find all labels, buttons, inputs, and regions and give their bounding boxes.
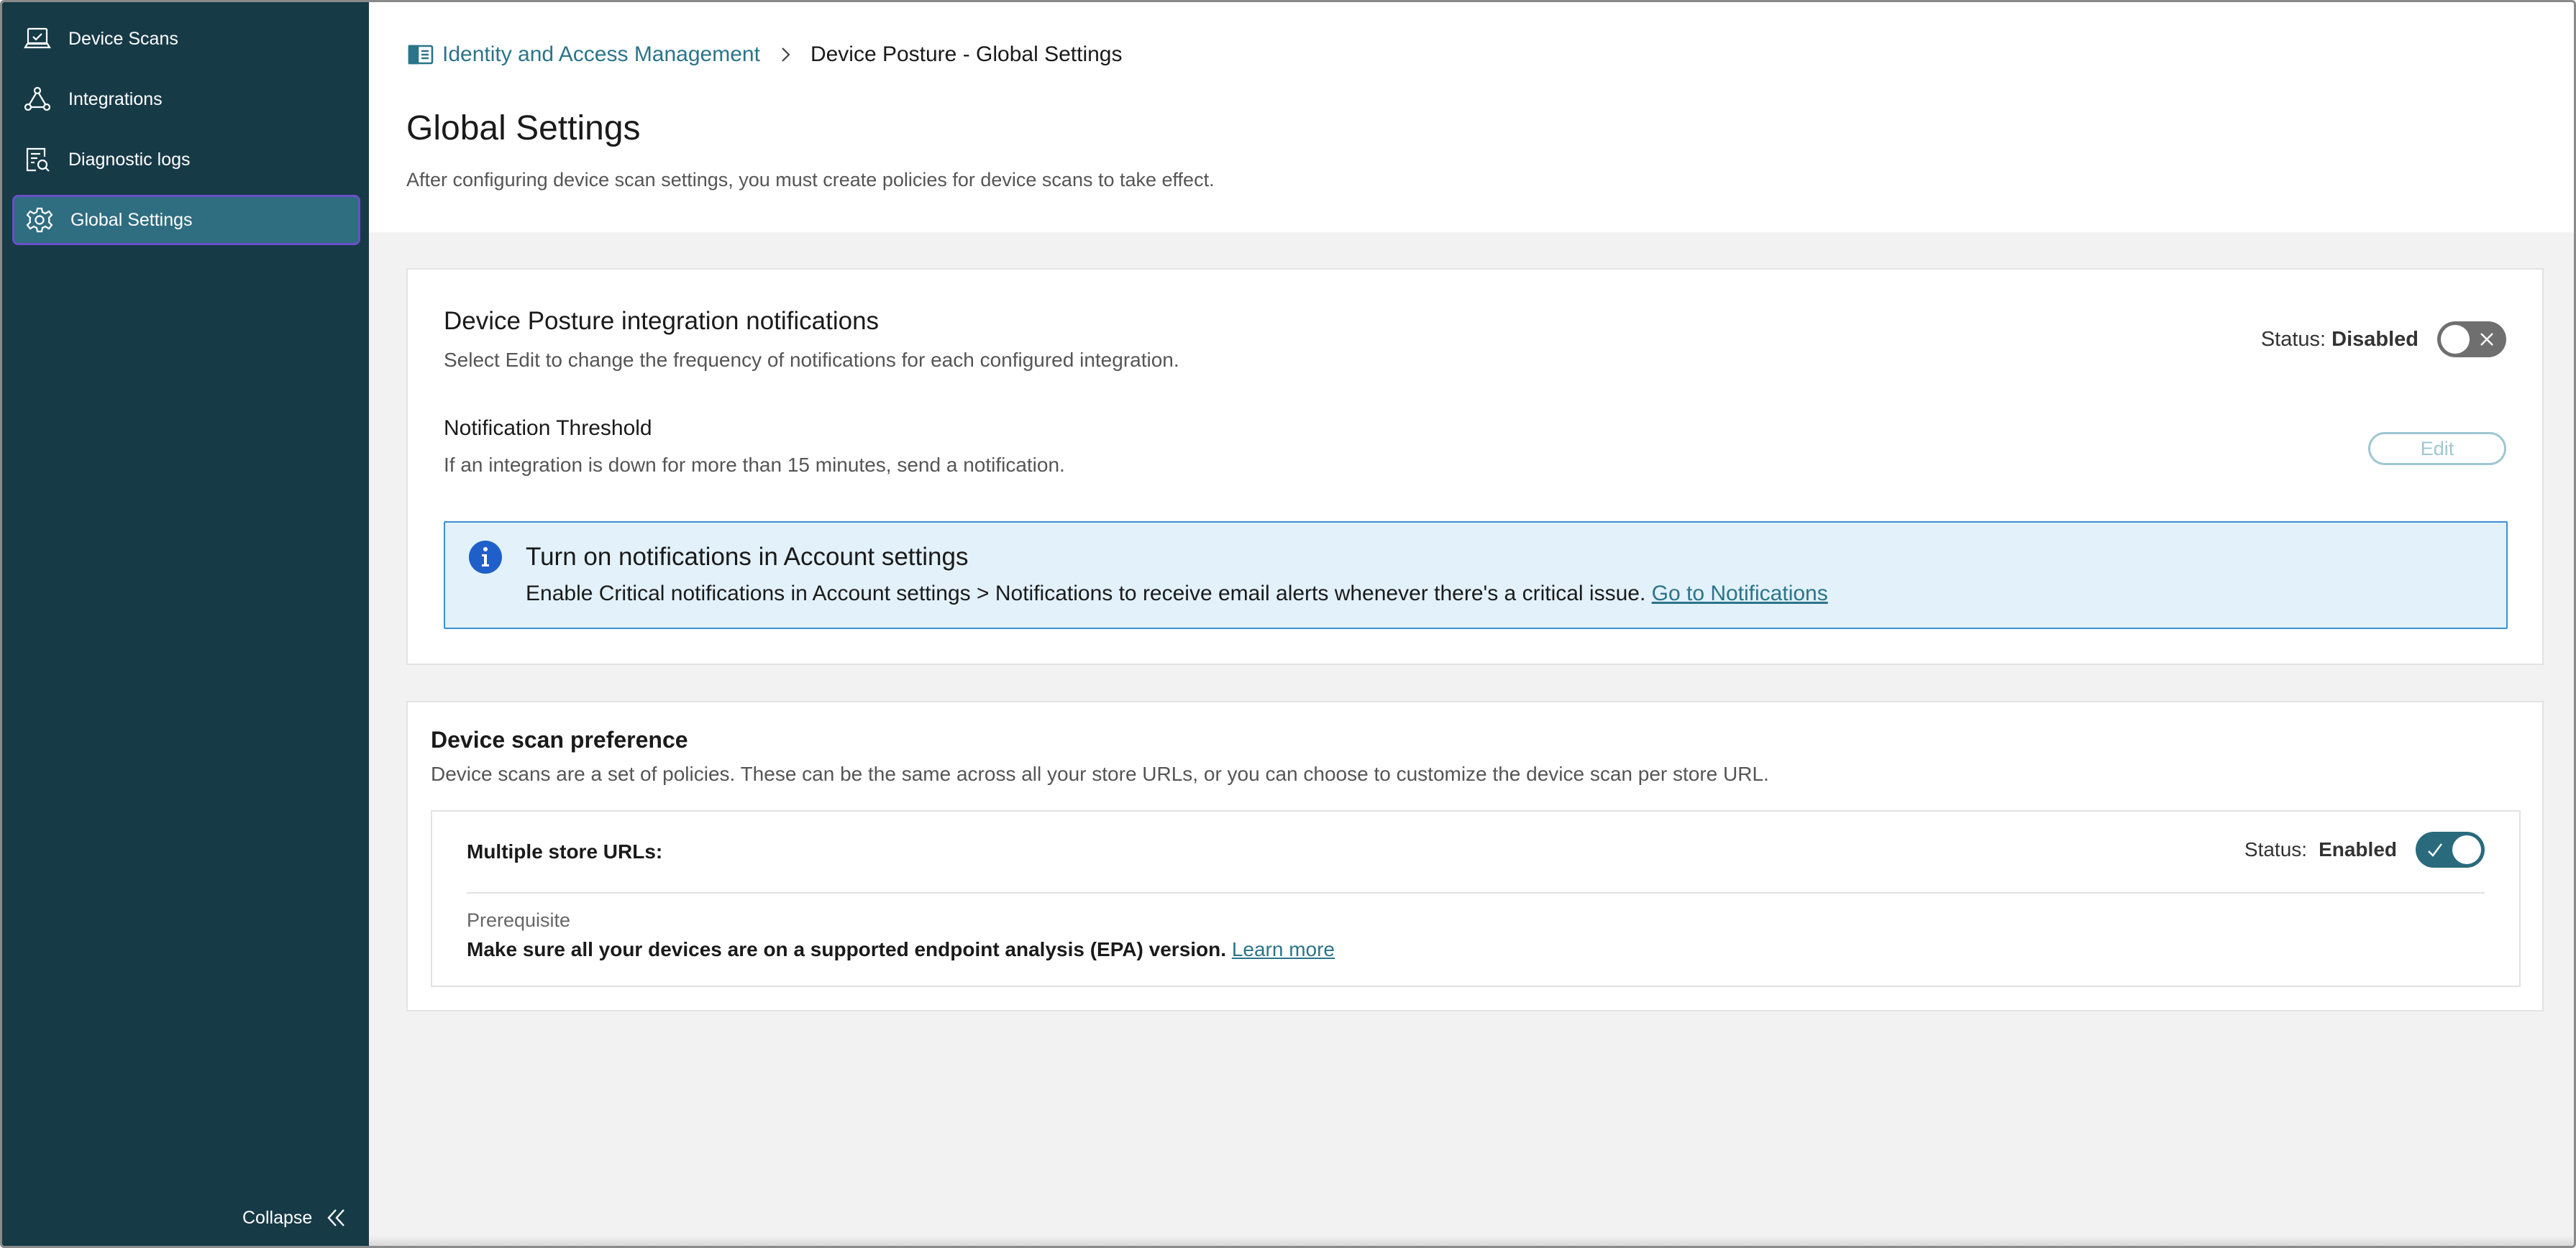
laptop-check-icon bbox=[22, 24, 52, 54]
status-value: Enabled bbox=[2319, 838, 2397, 861]
status-value: Disabled bbox=[2331, 327, 2419, 351]
notifications-status: Status: Disabled bbox=[2261, 321, 2506, 357]
notifications-card: Device Posture integration notifications… bbox=[406, 268, 2544, 665]
bottom-edge bbox=[369, 1236, 2574, 1246]
gear-icon bbox=[24, 205, 55, 235]
double-chevron-left-icon bbox=[327, 1209, 345, 1226]
info-banner: Turn on notifications in Account setting… bbox=[444, 521, 2508, 629]
info-icon bbox=[469, 541, 502, 574]
prerequisite-text: Make sure all your devices are on a supp… bbox=[467, 938, 1335, 961]
sidebar-item-label: Device Scans bbox=[68, 28, 178, 49]
chevron-right-icon bbox=[782, 47, 790, 62]
learn-more-link[interactable]: Learn more bbox=[1232, 938, 1335, 960]
breadcrumb-current: Device Posture - Global Settings bbox=[810, 42, 1123, 66]
edit-button[interactable]: Edit bbox=[2368, 432, 2506, 465]
prerequisite-label: Prerequisite bbox=[467, 909, 571, 931]
multiple-store-urls-panel: Multiple store URLs: Status: Enabled Pre… bbox=[431, 810, 2521, 987]
breadcrumb-link-iam[interactable]: Identity and Access Management bbox=[442, 42, 760, 67]
notifications-toggle[interactable] bbox=[2437, 321, 2506, 357]
status-label: Status: bbox=[2260, 327, 2326, 351]
app-window: Device Scans Integrations Diagnostic log… bbox=[0, 0, 2576, 1248]
info-message: Enable Critical notifications in Account… bbox=[526, 582, 1652, 605]
multiple-store-urls-status: Status: Enabled bbox=[2244, 832, 2485, 868]
multiple-store-urls-toggle[interactable] bbox=[2416, 832, 2485, 868]
panel-layout-icon[interactable] bbox=[406, 40, 435, 69]
threshold-description: If an integration is down for more than … bbox=[444, 454, 1065, 476]
breadcrumb: Identity and Access Management Device Po… bbox=[406, 37, 1122, 73]
page-subtitle: After configuring device scan settings, … bbox=[406, 169, 1215, 191]
page-title: Global Settings bbox=[406, 109, 641, 147]
info-title: Turn on notifications in Account setting… bbox=[526, 543, 969, 571]
multiple-store-urls-label: Multiple store URLs: bbox=[467, 840, 663, 863]
x-icon bbox=[2480, 333, 2493, 346]
sidebar-item-device-scans[interactable]: Device Scans bbox=[12, 14, 360, 64]
checkmark-icon bbox=[2428, 843, 2442, 857]
notifications-title: Device Posture integration notifications bbox=[444, 307, 880, 335]
device-scan-description: Device scans are a set of policies. Thes… bbox=[431, 763, 1769, 785]
threshold-title: Notification Threshold bbox=[444, 416, 652, 440]
collapse-label: Collapse bbox=[242, 1207, 313, 1228]
prerequisite-message: Make sure all your devices are on a supp… bbox=[467, 938, 1232, 960]
sidebar-item-label: Integrations bbox=[68, 88, 163, 109]
collapse-button[interactable]: Collapse bbox=[242, 1200, 348, 1236]
go-to-notifications-link[interactable]: Go to Notifications bbox=[1652, 582, 1828, 605]
sidebar-item-label: Global Settings bbox=[70, 209, 193, 230]
page-header: Identity and Access Management Device Po… bbox=[369, 2, 2574, 232]
toggle-knob bbox=[2452, 835, 2481, 864]
network-nodes-icon bbox=[22, 84, 52, 114]
sidebar-item-label: Diagnostic logs bbox=[68, 149, 191, 170]
log-search-icon bbox=[22, 144, 52, 175]
device-scan-card: Device scan preference Device scans are … bbox=[406, 701, 2544, 1011]
notifications-description: Select Edit to change the frequency of n… bbox=[444, 349, 1179, 371]
device-scan-title: Device scan preference bbox=[431, 727, 688, 753]
sidebar-item-global-settings[interactable]: Global Settings bbox=[12, 195, 360, 245]
sidebar-item-diagnostic-logs[interactable]: Diagnostic logs bbox=[12, 134, 360, 185]
divider bbox=[467, 892, 2485, 894]
toggle-knob bbox=[2441, 325, 2470, 354]
sidebar-item-integrations[interactable]: Integrations bbox=[12, 74, 360, 124]
status-label: Status: bbox=[2244, 838, 2308, 861]
sidebar: Device Scans Integrations Diagnostic log… bbox=[2, 2, 369, 1246]
info-text: Enable Critical notifications in Account… bbox=[526, 582, 1828, 606]
